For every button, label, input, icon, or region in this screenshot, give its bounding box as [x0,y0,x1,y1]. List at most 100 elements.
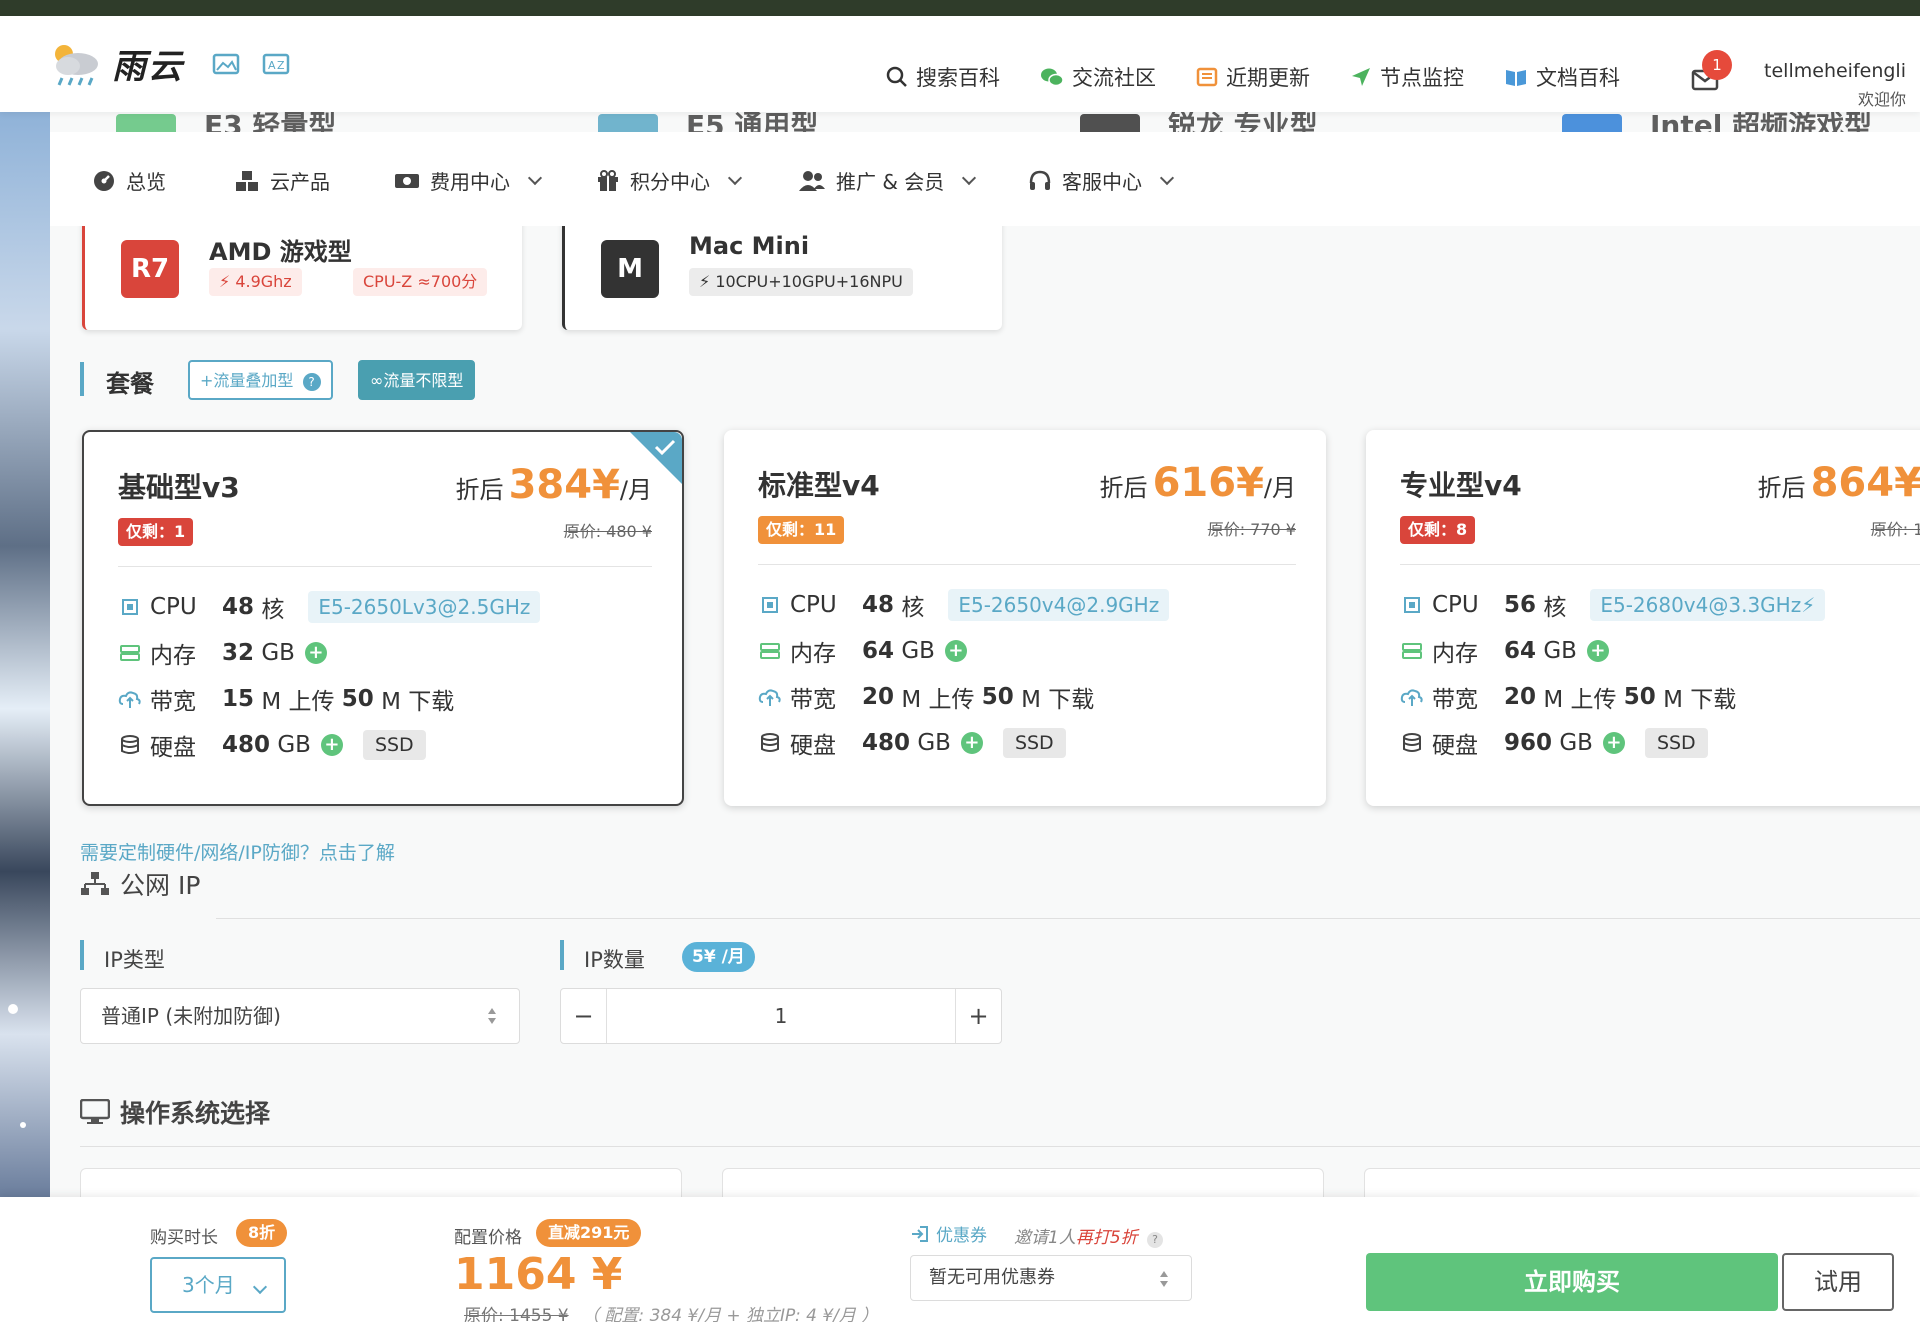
trial-button[interactable]: 试用 [1782,1253,1894,1311]
menu-referral[interactable]: 推广 & 会员 [798,166,977,195]
cpu-badge: R7 [121,240,179,298]
nav-monitor[interactable]: 节点监控 [1350,62,1464,92]
add-disk-icon[interactable]: + [960,732,983,754]
term-select[interactable]: 3个月 [150,1257,286,1313]
section-bar [80,940,84,970]
cpu-type-name: Mac Mini [689,232,810,260]
memory-unit: GB [261,640,295,666]
add-memory-icon[interactable]: + [304,642,327,664]
spec-disk: 硬盘 960 GB + SSD [1400,726,1708,760]
custom-hardware-link[interactable]: 需要定制硬件/网络/IP防御？点击了解 [80,838,395,865]
price-prefix: 折后 [455,476,504,504]
spec-disk: 硬盘 480 GB + SSD [118,728,426,762]
divider [118,566,652,567]
chevron-down-icon [962,170,977,186]
invite-highlight: 再打5折 [1075,1228,1138,1248]
nav-monitor-label: 节点监控 [1380,66,1464,90]
os-section-title: 操作系统选择 [80,1094,270,1130]
spec-label: 内存 [150,643,196,669]
nav-community[interactable]: 交流社区 [1040,62,1156,92]
menu-points[interactable]: 积分中心 [596,166,743,195]
welcome-text: 欢迎你 [1857,90,1906,109]
nav-updates[interactable]: 近期更新 [1196,62,1310,92]
spec-label: 硬盘 [1432,733,1478,759]
invite-promo[interactable]: 邀请1人再打5折 ? [1014,1223,1164,1248]
dashboard-icon [94,170,114,191]
menu-support[interactable]: 客服中心 [1028,166,1175,195]
bandwidth-down: 50 [341,686,374,712]
divider [758,564,1296,565]
ip-count-input[interactable]: 1 [607,989,955,1043]
cpu-model: E5-2650Lv3@2.5GHz [308,591,541,623]
sort-arrows-icon [1160,1271,1168,1287]
price-prefix: 折后 [1757,474,1806,502]
brand-name: 雨云 [112,46,184,87]
user-menu[interactable]: tellmeheifengli 欢迎你 [1764,60,1906,110]
add-memory-icon[interactable]: + [944,640,967,662]
image-icon[interactable] [212,52,240,76]
divider [1400,564,1920,565]
traffic-addon-label: +流量叠加型 [200,371,294,390]
increment-button[interactable]: + [955,989,1001,1043]
brand-logo[interactable]: 雨云 [46,38,184,88]
add-disk-icon[interactable]: + [320,734,343,756]
cpu-tag: ⚡ 4.9Ghz [209,268,302,296]
coupon-label[interactable]: 优惠券 [910,1221,987,1246]
original-total: 原价: 1455 ¥ （ 配置: 384 ¥/月 + 独立IP: 4 ¥/月 ） [464,1301,878,1322]
notification-badge[interactable]: 1 [1702,50,1732,80]
price-value: 384¥ [508,462,620,508]
translate-icon[interactable]: A Z [262,52,290,76]
cpu-count: 56 [1504,592,1537,618]
menu-billing[interactable]: 费用中心 [394,166,543,195]
help-icon[interactable]: ? [1147,1232,1164,1248]
coupon-select[interactable]: 暂无可用优惠券 [910,1255,1192,1301]
spec-label: CPU [790,592,837,618]
ip-type-select[interactable]: 普通IP (未附加防御) [80,988,520,1044]
chevron-down-icon [253,1279,268,1295]
money-icon [395,173,419,188]
spec-label: 带宽 [790,687,836,713]
cloud-upload-icon [1400,689,1423,706]
menu-overview[interactable]: 总览 [92,166,166,195]
bandwidth-up: 20 [1504,684,1537,710]
term-discount-badge: 8折 [236,1219,288,1247]
price-prefix: 折后 [1099,474,1148,502]
nav-search[interactable]: 搜索百科 [886,62,1000,92]
nav-community-label: 交流社区 [1072,66,1156,90]
nav-docs[interactable]: 文档百科 [1504,62,1620,92]
disk-type: SSD [1644,728,1708,758]
traffic-addon-button[interactable]: +流量叠加型 ? [188,360,333,400]
help-icon[interactable]: ? [302,373,321,391]
background-illustration [0,112,50,1197]
plan-card-standard[interactable]: 标准型v4 仅剩：11 折后 616¥/月 原价: 770 ¥ CPU 48 核… [724,430,1326,806]
menu-products[interactable]: 云产品 [234,166,330,195]
add-memory-icon[interactable]: + [1586,640,1609,662]
spec-disk: 硬盘 480 GB + SSD [758,726,1066,760]
plan-card-pro[interactable]: 专业型v4 仅剩：8 折后 864¥/月 原价: 1080 CPU 56 核 E… [1366,430,1920,806]
original-price: 原价: 770 ¥ [1207,520,1296,539]
spec-bandwidth: 带宽 15 M 上传 50 M 下载 [118,682,454,716]
buy-now-button[interactable]: 立即购买 [1366,1253,1778,1311]
plan-card-basic[interactable]: 基础型v3 仅剩：1 折后 384¥/月 原价: 480 ¥ CPU 48 核 … [82,430,684,806]
book-icon [1506,70,1526,86]
bandwidth-up-text: M 上传 [1543,687,1617,713]
wechat-icon [1041,68,1064,87]
memory-unit: GB [901,638,935,664]
send-icon [1352,68,1370,86]
cpu-badge: M [601,240,659,298]
unlimited-traffic-button[interactable]: ∞流量不限型 [358,360,476,400]
nav-docs-label: 文档百科 [1536,66,1620,90]
nav-search-label: 搜索百科 [916,66,1000,90]
disk-unit: GB [277,732,311,758]
disk-unit: GB [1559,730,1593,756]
bandwidth-down-text: M 下载 [1663,687,1737,713]
cpu-tag: CPU-Z ≈700分 [353,268,488,296]
decrement-button[interactable]: − [561,989,607,1043]
network-icon [81,872,109,895]
spec-label: 内存 [790,641,836,667]
cpu-unit: 核 [1543,595,1567,621]
chevron-down-icon [727,170,743,186]
stock-badge: 仅剩：11 [758,516,845,544]
add-disk-icon[interactable]: + [1602,732,1625,754]
cloud-sun-icon [55,45,98,86]
